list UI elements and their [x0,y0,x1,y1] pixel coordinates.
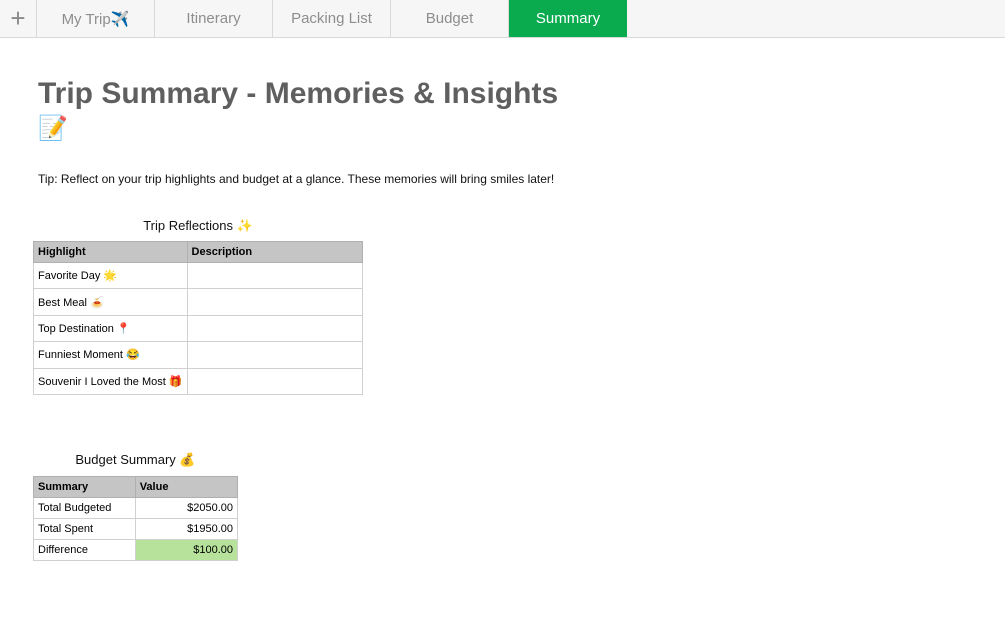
column-header-value[interactable]: Value [134,476,239,498]
table-row: Difference $100.00 [33,538,239,561]
description-cell[interactable] [186,341,364,369]
description-cell[interactable] [186,261,364,290]
highlight-cell[interactable]: Top Destination 📍 [33,314,188,343]
highlight-cell[interactable]: Funniest Moment 😂 [33,341,188,369]
page-title: Trip Summary - Memories & Insights [38,77,559,110]
memo-icon: 📝 [38,115,68,142]
table-row: Total Budgeted $2050.00 [33,497,239,519]
column-header-highlight[interactable]: Highlight [33,241,188,263]
table-header-row: Highlight Description [33,241,364,263]
description-cell[interactable] [186,367,364,395]
sheet-tab-bar: + My Trip✈️ Itinerary Packing List Budge… [0,0,1005,38]
tip-text: Tip: Reflect on your trip highlights and… [38,172,555,186]
column-header-summary[interactable]: Summary [33,476,136,498]
table-row: Total Spent $1950.00 [33,517,239,540]
tab-label: My Trip✈️ [61,10,130,28]
tab-label: Summary [535,10,601,27]
table-row: Top Destination 📍 [33,314,364,343]
summary-value-cell[interactable]: $1950.00 [134,517,239,540]
tab-packing-list[interactable]: Packing List [273,0,391,37]
summary-label-cell[interactable]: Difference [33,538,136,561]
reflections-table-title: Trip Reflections ✨ [143,218,253,233]
tab-summary[interactable]: Summary [509,0,627,37]
tab-label: Budget [425,10,474,27]
summary-label-cell[interactable]: Total Spent [33,517,136,540]
table-header-row: Summary Value [33,476,239,498]
reflections-table: Highlight Description Favorite Day 🌟 Bes… [33,241,364,395]
tab-my-trip[interactable]: My Trip✈️ [37,0,155,37]
highlight-cell[interactable]: Best Meal 🍝 [33,288,188,316]
tab-label: Itinerary [186,10,241,27]
table-row: Funniest Moment 😂 [33,341,364,369]
difference-value-cell[interactable]: $100.00 [134,538,239,561]
column-header-description[interactable]: Description [186,241,364,263]
summary-label-cell[interactable]: Total Budgeted [33,497,136,519]
table-row: Souvenir I Loved the Most 🎁 [33,367,364,395]
budget-summary-table-title: Budget Summary 💰 [75,452,196,467]
tab-label: Packing List [291,10,372,27]
tab-itinerary[interactable]: Itinerary [155,0,273,37]
plus-icon: + [10,3,26,33]
summary-value-cell[interactable]: $2050.00 [134,497,239,519]
budget-summary-table: Summary Value Total Budgeted $2050.00 To… [33,476,239,561]
table-row: Best Meal 🍝 [33,288,364,316]
table-row: Favorite Day 🌟 [33,261,364,290]
description-cell[interactable] [186,288,364,316]
add-sheet-button[interactable]: + [0,0,37,37]
highlight-cell[interactable]: Favorite Day 🌟 [33,261,188,290]
tab-budget[interactable]: Budget [391,0,509,37]
highlight-cell[interactable]: Souvenir I Loved the Most 🎁 [33,367,188,395]
description-cell[interactable] [186,314,364,343]
